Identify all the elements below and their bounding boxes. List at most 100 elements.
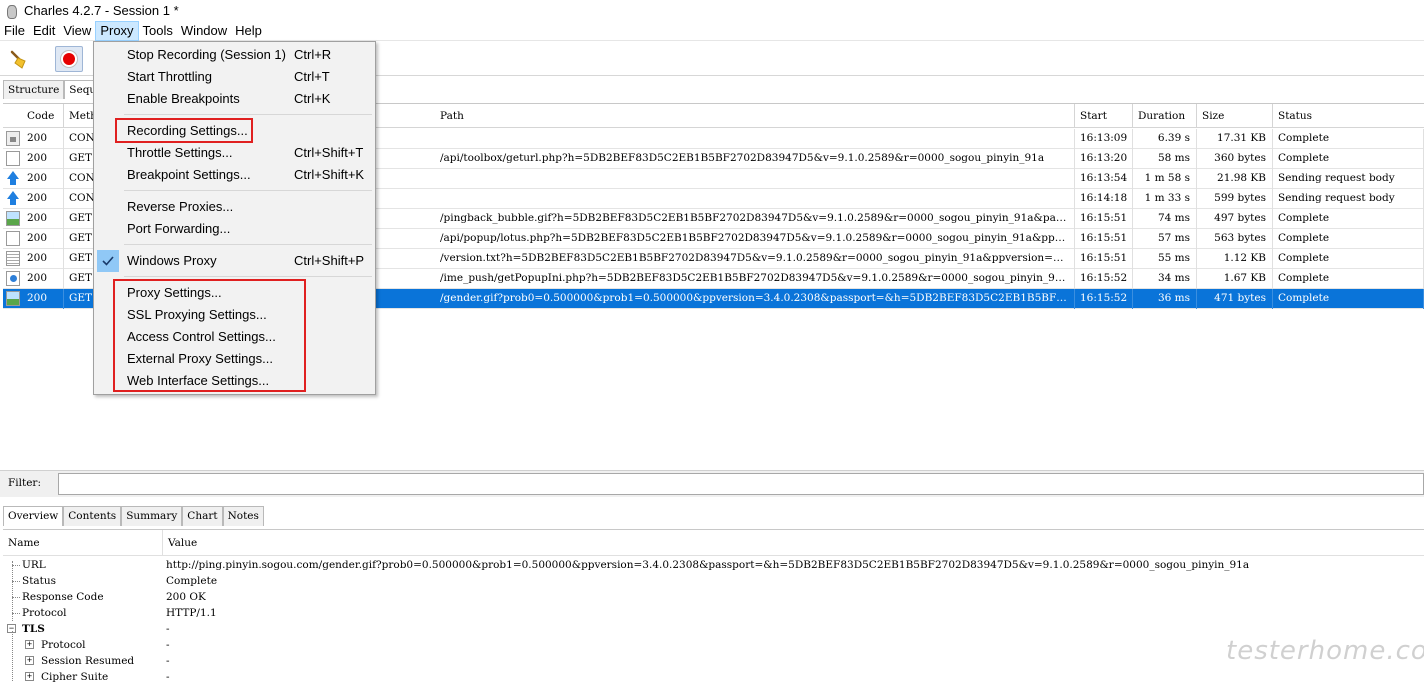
expand-icon[interactable]: + [25, 672, 34, 681]
menu-separator [124, 276, 372, 277]
session-view-tabs: Structure Sequ [3, 80, 102, 99]
row-start: 16:14:18 [1075, 189, 1133, 209]
row-code: 200 [22, 269, 64, 289]
row-status: Complete [1273, 149, 1424, 169]
detail-row[interactable]: − TLS - [3, 621, 1424, 637]
detail-name: URL [22, 559, 46, 571]
detail-header-value[interactable]: Value [163, 530, 1424, 556]
menu-item-windows-proxy[interactable]: Windows Proxy Ctrl+Shift+P [94, 250, 375, 272]
row-duration: 1 m 33 s [1133, 189, 1197, 209]
tab-overview[interactable]: Overview [3, 506, 64, 526]
tree-connector [12, 631, 13, 682]
menu-file[interactable]: File [0, 21, 29, 41]
detail-row[interactable]: + Session Resumed - [3, 653, 1424, 669]
title-bar: Charles 4.2.7 - Session 1 * [0, 0, 1424, 21]
tab-chart[interactable]: Chart [182, 506, 223, 526]
row-start: 16:15:51 [1075, 229, 1133, 249]
row-duration: 34 ms [1133, 269, 1197, 289]
tree-connector [12, 565, 20, 566]
row-duration: 55 ms [1133, 249, 1197, 269]
menu-help[interactable]: Help [231, 21, 266, 41]
image-icon [6, 291, 20, 306]
detail-view-tabs: Overview Contents Summary Chart Notes [3, 506, 264, 526]
menu-item-enable-breakpoints[interactable]: Enable Breakpoints Ctrl+K [94, 88, 375, 110]
row-size: 471 bytes [1197, 289, 1273, 309]
lock-icon [6, 131, 20, 146]
row-status: Complete [1273, 289, 1424, 309]
column-header-path[interactable]: Path [435, 104, 1075, 128]
tab-notes[interactable]: Notes [222, 506, 264, 526]
expand-icon[interactable]: + [25, 656, 34, 665]
menu-item-breakpoint-settings[interactable]: Breakpoint Settings... Ctrl+Shift+K [94, 164, 375, 186]
menu-view[interactable]: View [59, 21, 95, 41]
menu-item-throttle-settings[interactable]: Throttle Settings... Ctrl+Shift+T [94, 142, 375, 164]
column-header-status[interactable]: Status [1273, 104, 1424, 128]
menu-item-stop-recording[interactable]: Stop Recording (Session 1) Ctrl+R [94, 44, 375, 66]
row-duration: 58 ms [1133, 149, 1197, 169]
row-path: /version.txt?h=5DB2BEF83D5C2EB1B5BF2702D… [435, 249, 1075, 269]
highlight-box-recording-settings [115, 118, 253, 143]
detail-value: - [166, 623, 170, 635]
tree-connector [12, 561, 13, 621]
detail-name: TLS [22, 623, 45, 635]
tree-connector [12, 597, 20, 598]
row-status: Complete [1273, 129, 1424, 149]
row-path [435, 169, 1075, 189]
detail-row[interactable]: Status Complete [3, 573, 1424, 589]
watermark: testerhome.com [1226, 636, 1424, 666]
clear-session-broom-icon[interactable] [9, 50, 31, 70]
tab-summary[interactable]: Summary [121, 506, 183, 526]
row-code: 200 [22, 289, 64, 309]
menu-window[interactable]: Window [177, 21, 231, 41]
detail-row[interactable]: + Cipher Suite - [3, 669, 1424, 682]
menu-tools[interactable]: Tools [139, 21, 177, 41]
expand-icon[interactable]: + [25, 640, 34, 649]
row-code: 200 [22, 229, 64, 249]
record-button[interactable] [55, 46, 83, 72]
filter-input[interactable] [58, 473, 1424, 495]
menu-separator [124, 190, 372, 191]
row-start: 16:15:51 [1075, 249, 1133, 269]
tab-contents[interactable]: Contents [63, 506, 122, 526]
detail-header-name[interactable]: Name [3, 530, 163, 556]
column-header-start[interactable]: Start [1075, 104, 1133, 128]
tab-structure[interactable]: Structure [3, 80, 65, 99]
menu-bar: File Edit View Proxy Tools Window Help [0, 20, 1424, 41]
row-size: 360 bytes [1197, 149, 1273, 169]
window-title: Charles 4.2.7 - Session 1 * [24, 3, 179, 18]
detail-row[interactable]: + Protocol - [3, 637, 1424, 653]
column-header-size[interactable]: Size [1197, 104, 1273, 128]
image-icon [6, 211, 20, 226]
column-header-code[interactable]: Code [22, 104, 64, 128]
row-size: 1.12 KB [1197, 249, 1273, 269]
detail-value: - [166, 639, 170, 651]
detail-row[interactable]: Response Code 200 OK [3, 589, 1424, 605]
text-file-icon [6, 251, 20, 266]
row-path [435, 129, 1075, 149]
filter-label: Filter: [8, 477, 41, 489]
menu-item-port-forwarding[interactable]: Port Forwarding... [94, 218, 375, 240]
row-start: 16:13:54 [1075, 169, 1133, 189]
row-size: 21.98 KB [1197, 169, 1273, 189]
row-path: /api/popup/lotus.php?h=5DB2BEF83D5C2EB1B… [435, 229, 1075, 249]
tree-connector [12, 581, 20, 582]
row-code: 200 [22, 209, 64, 229]
row-size: 497 bytes [1197, 209, 1273, 229]
detail-row[interactable]: Protocol HTTP/1.1 [3, 605, 1424, 621]
row-status: Complete [1273, 269, 1424, 289]
menu-proxy[interactable]: Proxy [95, 20, 139, 41]
row-path: /api/toolbox/geturl.php?h=5DB2BEF83D5C2E… [435, 149, 1075, 169]
menu-item-start-throttling[interactable]: Start Throttling Ctrl+T [94, 66, 375, 88]
row-size: 1.67 KB [1197, 269, 1273, 289]
detail-row[interactable]: URL http://ping.pinyin.sogou.com/gender.g… [3, 557, 1424, 573]
upload-arrow-icon [6, 171, 20, 186]
column-header-duration[interactable]: Duration [1133, 104, 1197, 128]
detail-name: Cipher Suite [41, 671, 109, 682]
menu-item-reverse-proxies[interactable]: Reverse Proxies... [94, 196, 375, 218]
row-start: 16:13:09 [1075, 129, 1133, 149]
menu-edit[interactable]: Edit [29, 21, 59, 41]
filter-bar: Filter: [0, 470, 1424, 497]
detail-name: Status [22, 575, 57, 587]
row-status: Complete [1273, 249, 1424, 269]
row-start: 16:13:20 [1075, 149, 1133, 169]
